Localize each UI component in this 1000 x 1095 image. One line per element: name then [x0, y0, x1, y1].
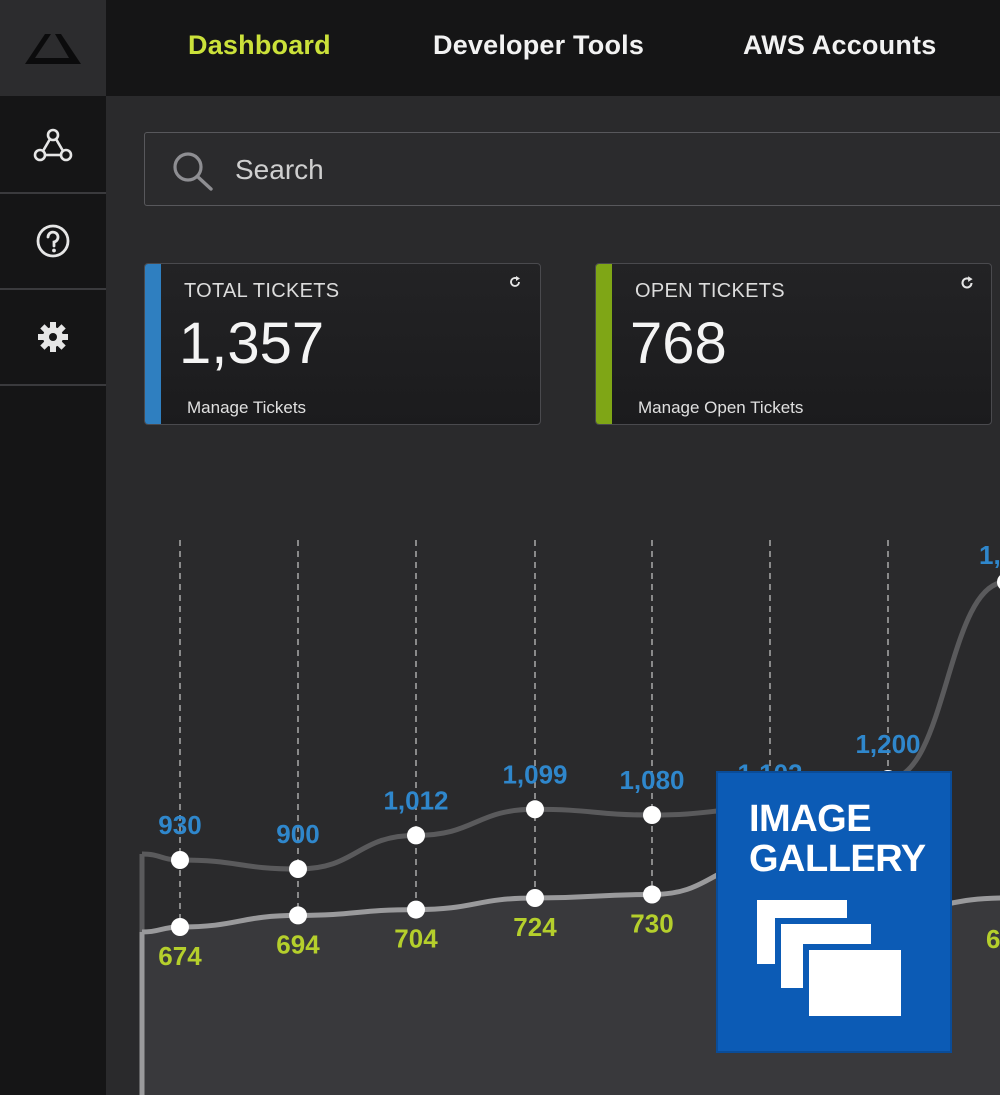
refresh-icon[interactable] — [507, 274, 523, 290]
gear-icon — [38, 322, 68, 352]
data-label-open: 730 — [630, 909, 673, 939]
image-gallery-badge[interactable]: IMAGE GALLERY — [716, 771, 952, 1053]
data-point-total — [289, 860, 307, 878]
open-tickets-card: OPEN TICKETS 768 Manage Open Tickets — [595, 263, 992, 425]
data-label-total: 900 — [276, 819, 319, 849]
data-label-open: 674 — [158, 941, 202, 971]
sidebar-item-help[interactable] — [0, 194, 106, 290]
gallery-stack-icon — [752, 895, 907, 1022]
data-point-total — [407, 826, 425, 845]
data-label-open: 724 — [513, 912, 557, 942]
network-icon — [33, 128, 73, 162]
gallery-title: IMAGE GALLERY — [749, 799, 926, 879]
top-navigation: Dashboard Developer Tools AWS Accounts — [106, 0, 1000, 96]
card-title: TOTAL TICKETS — [184, 280, 340, 302]
data-point-open — [407, 900, 425, 919]
card-accent-bar — [596, 264, 612, 424]
sidebar — [0, 0, 106, 1095]
tab-dashboard[interactable]: Dashboard — [188, 30, 331, 61]
data-label-total: 1,200 — [855, 729, 920, 759]
manage-open-tickets-link[interactable]: Manage Open Tickets — [638, 398, 803, 418]
data-point-open — [171, 918, 189, 936]
sidebar-item-network[interactable] — [0, 98, 106, 194]
data-point-total — [643, 806, 661, 824]
manage-tickets-link[interactable]: Manage Tickets — [187, 398, 306, 418]
logo[interactable] — [0, 0, 106, 96]
card-accent-bar — [145, 264, 161, 424]
data-label-total: 930 — [158, 810, 201, 840]
card-title: OPEN TICKETS — [635, 280, 785, 302]
data-label-open: 694 — [276, 929, 320, 959]
tab-aws-accounts[interactable]: AWS Accounts — [743, 30, 936, 61]
total-tickets-value: 1,357 — [179, 311, 325, 376]
data-label-open: 704 — [394, 924, 438, 954]
data-point-open — [526, 889, 544, 907]
search-input[interactable] — [233, 133, 937, 207]
data-label-total: 1, — [979, 540, 1000, 570]
data-point-total — [171, 851, 189, 869]
open-tickets-value: 768 — [630, 311, 727, 376]
total-tickets-card: TOTAL TICKETS 1,357 Manage Tickets — [144, 263, 541, 425]
refresh-icon[interactable] — [958, 274, 976, 292]
data-label-total: 1,080 — [619, 765, 684, 795]
data-label-total: 1,099 — [502, 759, 567, 789]
sidebar-item-settings[interactable] — [0, 290, 106, 386]
gallery-title-line2: GALLERY — [749, 838, 926, 880]
tab-developer-tools[interactable]: Developer Tools — [433, 30, 644, 61]
data-point-open — [643, 885, 661, 904]
search-icon — [173, 152, 213, 191]
logo-icon — [25, 34, 81, 64]
data-point-open — [289, 906, 307, 925]
data-label-total: 1,012 — [383, 785, 448, 815]
search-bar — [144, 132, 1000, 207]
data-label-open: 6 — [986, 924, 1000, 954]
help-icon — [36, 224, 70, 258]
data-point-total — [526, 800, 544, 819]
gallery-title-line1: IMAGE — [749, 798, 872, 840]
